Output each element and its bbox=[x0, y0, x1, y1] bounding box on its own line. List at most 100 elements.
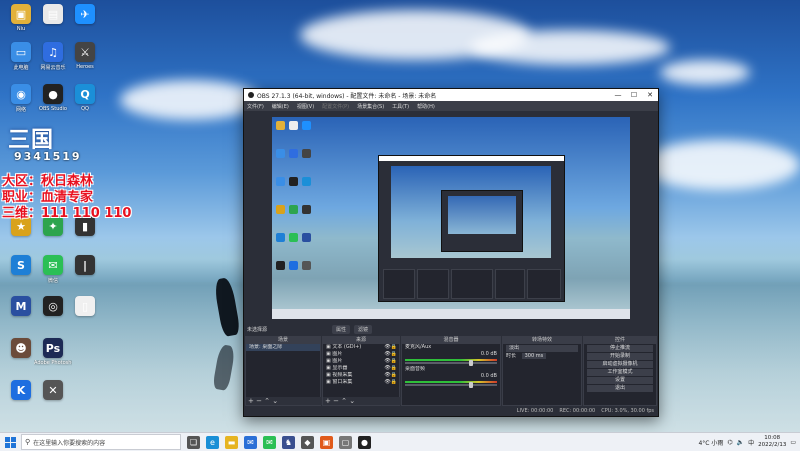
preview-icon bbox=[302, 233, 311, 242]
app-icon: ▭ bbox=[11, 42, 31, 62]
sources-dock-title: 来源 bbox=[323, 337, 399, 344]
menu-item[interactable]: 文件(F) bbox=[247, 103, 264, 110]
obs-statusbar: LIVE: 00:00:00 REC: 00:00:00 CPU: 3.0%, … bbox=[244, 406, 658, 416]
visibility-lock-icon[interactable]: 👁🔒 bbox=[384, 358, 397, 365]
menu-item[interactable]: 配置文件(P) bbox=[322, 103, 349, 110]
close-button[interactable]: ✕ bbox=[642, 91, 658, 99]
mixer-channel-db: 0.0 dB bbox=[480, 373, 497, 379]
clock[interactable]: 10:08 2022/2/13 bbox=[758, 435, 786, 449]
maximize-button[interactable]: ☐ bbox=[626, 91, 642, 99]
mixer-channel-name: 桌面音频 bbox=[405, 366, 426, 372]
rec-status: REC: 00:00:00 bbox=[559, 408, 596, 414]
preview-taskbar bbox=[272, 309, 630, 319]
source-item[interactable]: ▣ 窗口采集 👁🔒 bbox=[323, 379, 399, 386]
network-icon[interactable]: ⌬ bbox=[727, 439, 732, 446]
taskbar-app-app8[interactable]: ▢ bbox=[339, 435, 352, 449]
volume-slider[interactable] bbox=[405, 382, 497, 388]
source-label: 图片 bbox=[332, 358, 343, 364]
desktop-icon-label: 微信 bbox=[47, 278, 58, 284]
start-button[interactable] bbox=[3, 435, 17, 449]
app-icon: Ps bbox=[43, 338, 63, 358]
obs-window[interactable]: OBS 27.1.3 (64-bit, windows) - 配置文件: 未命名… bbox=[243, 88, 659, 417]
mixer-dock: 混音器 麦克风/Aux 0.0 dB 桌面音频 0.0 dB bbox=[401, 336, 501, 406]
taskbar-app-obs[interactable]: ● bbox=[358, 435, 371, 449]
taskbar-app-app5[interactable]: ♞ bbox=[282, 435, 295, 449]
desktop-icon[interactable]: ⚔ Heroes bbox=[66, 42, 104, 70]
source-label: 窗口采集 bbox=[332, 379, 353, 385]
control-button[interactable]: 停止推流 bbox=[587, 345, 653, 352]
minimize-button[interactable]: — bbox=[610, 91, 626, 99]
transitions-dock-title: 转场特效 bbox=[503, 337, 581, 344]
menu-item[interactable]: 编辑(E) bbox=[272, 103, 289, 110]
source-item[interactable]: ▣ 文本 (GDI+) 👁🔒 bbox=[323, 344, 399, 351]
filters-button[interactable]: 滤镜 bbox=[354, 325, 373, 334]
obs-titlebar[interactable]: OBS 27.1.3 (64-bit, windows) - 配置文件: 未命名… bbox=[244, 89, 658, 101]
desktop-icon[interactable]: ✕ bbox=[34, 380, 72, 402]
duration-input[interactable]: 300 ms bbox=[521, 353, 547, 359]
desktop-icon-label: Adobe Photoshop bbox=[34, 360, 72, 366]
app-icon: Q bbox=[75, 84, 95, 104]
no-source-label: 未选择源 bbox=[247, 327, 268, 333]
obs-preview[interactable] bbox=[272, 117, 630, 319]
taskbar-app-task-view[interactable]: ❏ bbox=[187, 435, 200, 449]
preview-icon bbox=[276, 205, 285, 214]
menu-item[interactable]: 场景集合(S) bbox=[357, 103, 384, 110]
overlay-number: 9341519 bbox=[14, 150, 82, 163]
weather-indicator[interactable]: 4°C 小雨 bbox=[698, 438, 723, 447]
scenes-dock-footer[interactable]: + − ⌃ ⌄ bbox=[246, 397, 322, 405]
desktop-icon[interactable]: Ps Adobe Photoshop bbox=[34, 338, 72, 366]
menu-item[interactable]: 帮助(H) bbox=[417, 103, 435, 110]
visibility-lock-icon[interactable]: 👁🔒 bbox=[384, 351, 397, 358]
app-icon: ◎ bbox=[43, 296, 63, 316]
transition-select[interactable]: 淡出 bbox=[506, 345, 578, 352]
app-icon: ☻ bbox=[11, 338, 31, 358]
duration-label: 时长 bbox=[506, 353, 517, 359]
clock-date: 2022/2/13 bbox=[758, 442, 787, 448]
scene-item[interactable]: 场景: 桌面之际 bbox=[246, 344, 320, 351]
system-tray: 4°C 小雨 ⌬ 🔈 中 10:08 2022/2/13 ▭ bbox=[698, 435, 800, 449]
desktop-icon[interactable]: Q QQ bbox=[66, 84, 104, 112]
taskbar-app-explorer[interactable]: ▬ bbox=[225, 435, 238, 449]
nested-obs-window bbox=[378, 155, 565, 302]
menu-item[interactable]: 视图(V) bbox=[297, 103, 314, 110]
visibility-lock-icon[interactable]: 👁🔒 bbox=[384, 344, 397, 351]
taskbar-app-app6[interactable]: ◆ bbox=[301, 435, 314, 449]
ime-indicator[interactable]: 中 bbox=[748, 438, 754, 447]
app-icon: ✕ bbox=[43, 380, 63, 400]
source-item[interactable]: ▣ 显示器 👁🔒 bbox=[323, 365, 399, 372]
volume-icon[interactable]: 🔈 bbox=[737, 439, 744, 446]
source-item[interactable]: ▣ 视频采集 👁🔒 bbox=[323, 372, 399, 379]
desktop-icon[interactable]: | bbox=[66, 255, 104, 277]
source-item[interactable]: ▣ 图片 👁🔒 bbox=[323, 351, 399, 358]
source-toolbar: 未选择源 属性 滤镜 bbox=[244, 325, 658, 334]
visibility-lock-icon[interactable]: 👁🔒 bbox=[384, 365, 397, 372]
desktop-icon-label: Niu bbox=[16, 26, 26, 32]
menu-item[interactable]: 工具(T) bbox=[392, 103, 409, 110]
control-button[interactable]: 退出 bbox=[587, 385, 653, 392]
desktop-icon[interactable]: ▯ bbox=[66, 296, 104, 318]
visibility-lock-icon[interactable]: 👁🔒 bbox=[384, 372, 397, 379]
controls-dock: 控件 停止推流 开始录制 启动虚拟摄像机 工作室模式 设置 退出 bbox=[583, 336, 657, 406]
desktop-icon[interactable]: ✈ bbox=[66, 4, 104, 26]
preview-icon bbox=[302, 205, 311, 214]
sources-dock-footer[interactable]: + − ⌃ ⌄ bbox=[323, 397, 401, 405]
app-icon: | bbox=[75, 255, 95, 275]
source-label: 图片 bbox=[332, 351, 343, 357]
app-icon: K bbox=[11, 380, 31, 400]
taskbar-app-mail[interactable]: ✉ bbox=[244, 435, 257, 449]
preview-icon bbox=[302, 121, 311, 130]
taskbar-search[interactable]: ⚲ 在这里输入你要搜索的内容 bbox=[21, 434, 181, 450]
control-button[interactable]: 设置 bbox=[587, 377, 653, 384]
taskbar-app-app7[interactable]: ▣ bbox=[320, 435, 333, 449]
preview-icon bbox=[276, 121, 285, 130]
taskbar-app-wechat[interactable]: ✉ bbox=[263, 435, 276, 449]
volume-slider[interactable] bbox=[405, 360, 497, 366]
visibility-lock-icon[interactable]: 👁🔒 bbox=[384, 379, 397, 386]
source-item[interactable]: ▣ 图片 👁🔒 bbox=[323, 358, 399, 365]
properties-button[interactable]: 属性 bbox=[332, 325, 351, 334]
control-button[interactable]: 开始录制 bbox=[587, 353, 653, 360]
control-button[interactable]: 启动虚拟摄像机 bbox=[587, 361, 653, 368]
control-button[interactable]: 工作室模式 bbox=[587, 369, 653, 376]
taskbar-app-edge[interactable]: e bbox=[206, 435, 219, 449]
notification-icon[interactable]: ▭ bbox=[790, 439, 796, 446]
